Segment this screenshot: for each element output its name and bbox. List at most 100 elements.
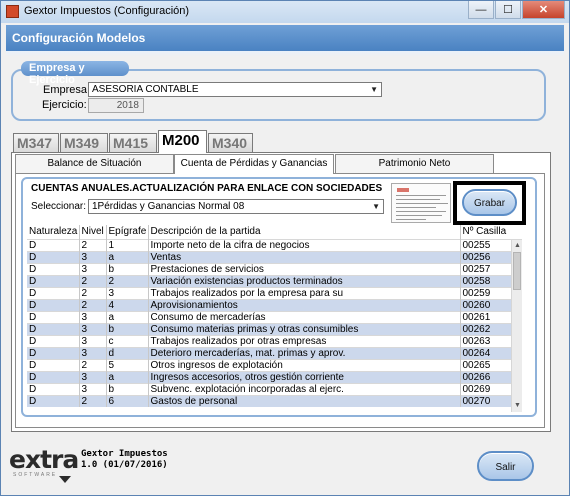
minimize-button[interactable]: — [468,1,494,19]
window-controls: — ☐ ✕ [467,1,565,19]
cell-descripcion: Variación existencias productos terminad… [148,274,461,287]
app-version: 1.0 (01/07/2016) [81,460,168,470]
table-row[interactable]: D 3 c Trabajos realizados por otras empresa… [27,334,522,347]
cell-epigrafe: 1 [106,238,149,251]
table-scrollbar[interactable]: ▲ ▼ [511,240,522,412]
cell-descripcion: Consumo de mercaderías [148,310,461,323]
table-row[interactable]: D 3 a Ingresos accesorios, otros gestión co… [27,370,522,383]
cell-nivel: 2 [79,238,107,251]
tab-m347[interactable]: M347 [13,133,59,153]
cell-epigrafe: 3 [106,286,149,299]
cell-naturaleza: D [27,334,80,347]
cell-epigrafe: 6 [106,394,149,407]
cell-nivel: 3 [79,370,107,383]
cell-epigrafe: 5 [106,358,149,371]
cell-epigrafe: b [106,262,149,275]
table-row[interactable]: D 2 3 Trabajos realizados por la empresa pa… [27,286,522,299]
section-title: CUENTAS ANUALES.ACTUALIZACIÓN PARA ENLAC… [31,183,383,194]
cell-epigrafe: a [106,250,149,263]
table-row[interactable]: D 2 2 Variación existencias productos termi… [27,274,522,287]
tab-m200[interactable]: M200 [158,130,207,153]
table-row[interactable]: D 3 b Prestaciones de servicios 00257 [27,262,522,275]
table-row[interactable]: D 3 a Consumo de mercaderías 00261 [27,310,522,323]
tab-m415[interactable]: M415 [109,133,157,153]
cell-descripcion: Otros ingresos de explotación [148,358,461,371]
table-row[interactable]: D 2 1 Importe neto de la cifra de negocios 0… [27,238,522,251]
close-button[interactable]: ✕ [522,1,565,19]
cell-descripcion: Trabajos realizados por la empresa para … [148,286,461,299]
table-row[interactable]: D 3 a Ventas 00256 [27,250,522,263]
cell-naturaleza: D [27,286,80,299]
table-row[interactable]: D 2 4 Aprovisionamientos 00260 [27,298,522,311]
table-row[interactable]: D 3 b Consumo materias primas y otras consu… [27,322,522,335]
cell-descripcion: Trabajos realizados por otras empresas [148,334,461,347]
chevron-down-icon: ▼ [370,85,378,94]
ejercicio-field[interactable]: 2018 [88,98,144,113]
salir-button[interactable]: Salir [477,451,534,481]
cell-naturaleza: D [27,322,80,335]
cell-naturaleza: D [27,370,80,383]
empresa-select-value: ASESORIA CONTABLE [92,84,199,95]
table-row[interactable]: D 2 6 Gastos de personal 00270 [27,394,522,407]
cell-descripcion: Prestaciones de servicios [148,262,461,275]
app-window: Gextor Impuestos (Configuración) — ☐ ✕ C… [0,0,570,496]
title-bar[interactable]: Gextor Impuestos (Configuración) — ☐ ✕ [1,1,569,23]
app-icon [6,5,19,18]
scroll-thumb[interactable] [513,252,521,290]
tab-m349[interactable]: M349 [60,133,108,153]
cell-nivel: 2 [79,394,107,407]
seleccionar-label: Seleccionar: [31,201,87,212]
form-thumbnail-icon [391,183,451,223]
cell-nivel: 3 [79,346,107,359]
logo-triangle-icon [59,476,71,483]
empresa-select[interactable]: ASESORIA CONTABLE ▼ [88,82,382,97]
cell-naturaleza: D [27,382,80,395]
tab-perdidas-ganancias[interactable]: Cuenta de Pérdidas y Ganancias [174,154,334,174]
table-row[interactable]: D 3 b Subvenc. explotación incorporadas al … [27,382,522,395]
column-header-epigrafe[interactable]: Epígrafe [106,225,149,239]
column-header-casilla[interactable]: Nº Casilla [460,225,522,239]
cell-descripcion: Aprovisionamientos [148,298,461,311]
chevron-down-icon: ▼ [372,202,380,211]
maximize-button[interactable]: ☐ [495,1,521,19]
scroll-down-icon[interactable]: ▼ [512,400,523,411]
modelo-select[interactable]: 1Pérdidas y Ganancias Normal 08 ▼ [88,199,384,214]
cell-nivel: 2 [79,286,107,299]
cell-descripcion: Deterioro mercaderías, mat. primas y apr… [148,346,461,359]
partidas-table: Naturaleza Nivel Epígrafe Descripción de… [27,225,522,412]
cell-epigrafe: 2 [106,274,149,287]
cell-epigrafe: c [106,334,149,347]
app-version-info: Gextor Impuestos 1.0 (01/07/2016) [81,449,168,471]
ejercicio-label: Ejercicio: [42,99,87,111]
cell-descripcion: Subvenc. explotación incorporadas al eje… [148,382,461,395]
logo-subtext: SOFTWARE [13,472,58,478]
header-divider [6,51,564,57]
cell-epigrafe: b [106,382,149,395]
tab-patrimonio-neto[interactable]: Patrimonio Neto [335,154,494,173]
column-header-naturaleza[interactable]: Naturaleza [27,225,80,239]
cell-descripcion: Ventas [148,250,461,263]
tab-m340[interactable]: M340 [208,133,253,153]
cell-naturaleza: D [27,346,80,359]
cell-descripcion: Gastos de personal [148,394,461,407]
scroll-up-icon[interactable]: ▲ [512,240,523,251]
cell-naturaleza: D [27,262,80,275]
cell-epigrafe: 4 [106,298,149,311]
cell-epigrafe: a [106,370,149,383]
cell-nivel: 3 [79,310,107,323]
cell-naturaleza: D [27,274,80,287]
tab-balance-situacion[interactable]: Balance de Situación [15,154,174,173]
table-header-row: Naturaleza Nivel Epígrafe Descripción de… [27,225,522,239]
cell-epigrafe: d [106,346,149,359]
cell-nivel: 3 [79,262,107,275]
column-header-nivel[interactable]: Nivel [79,225,107,239]
grabar-button[interactable]: Grabar [462,189,517,216]
cell-naturaleza: D [27,310,80,323]
table-row[interactable]: D 2 5 Otros ingresos de explotación 00265 [27,358,522,371]
app-name: Gextor Impuestos [81,449,168,459]
logo-text: extra [9,445,79,474]
column-header-descripcion[interactable]: Descripción de la partida [148,225,461,239]
cell-nivel: 3 [79,334,107,347]
cell-nivel: 3 [79,382,107,395]
table-row[interactable]: D 3 d Deterioro mercaderías, mat. primas y … [27,346,522,359]
